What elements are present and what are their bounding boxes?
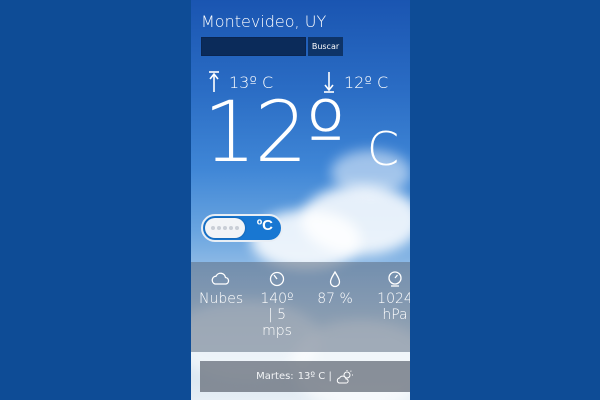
pressure-value: 1024 (377, 291, 410, 307)
humidity-value: 87 % (317, 291, 353, 307)
search-button[interactable]: Buscar (308, 37, 343, 56)
current-temperature-unit: C (367, 122, 400, 176)
forecast-day: Martes: (256, 371, 294, 382)
pressure-detail: 1024 hPa (373, 270, 410, 323)
wind-direction: 140º (260, 291, 294, 307)
location-title: Montevideo, UY (201, 12, 327, 31)
humidity-detail: 87 % (313, 270, 357, 307)
wind-speed: | 5 (267, 307, 287, 323)
cloud-icon (211, 272, 230, 285)
drop-icon (329, 270, 341, 288)
min-temp-value: 12º C (344, 72, 389, 92)
weather-screen: Montevideo, UY Buscar 13º C 12º C 12º C … (191, 0, 410, 400)
wind-detail: 140º | 5 mps (255, 270, 299, 339)
gauge-icon (388, 271, 402, 287)
sun-cloud-icon (336, 369, 353, 383)
compass-icon (269, 271, 285, 287)
forecast-bar[interactable]: Martes: 13º C | (200, 361, 410, 392)
details-panel: Nubes 140º | 5 mps 87 % 1024 hPa (191, 262, 410, 352)
wind-unit: mps (262, 323, 292, 339)
toggle-knob[interactable] (205, 218, 245, 238)
condition-text: Nubes (199, 291, 244, 307)
unit-toggle[interactable]: ºC (201, 214, 283, 242)
current-temperature: 12º (203, 83, 345, 181)
pressure-unit: hPa (382, 307, 408, 323)
unit-toggle-label: ºC (256, 217, 273, 234)
forecast-temp: 13º C | (297, 371, 332, 382)
search-input[interactable] (201, 37, 306, 56)
condition-detail: Nubes (199, 270, 243, 307)
